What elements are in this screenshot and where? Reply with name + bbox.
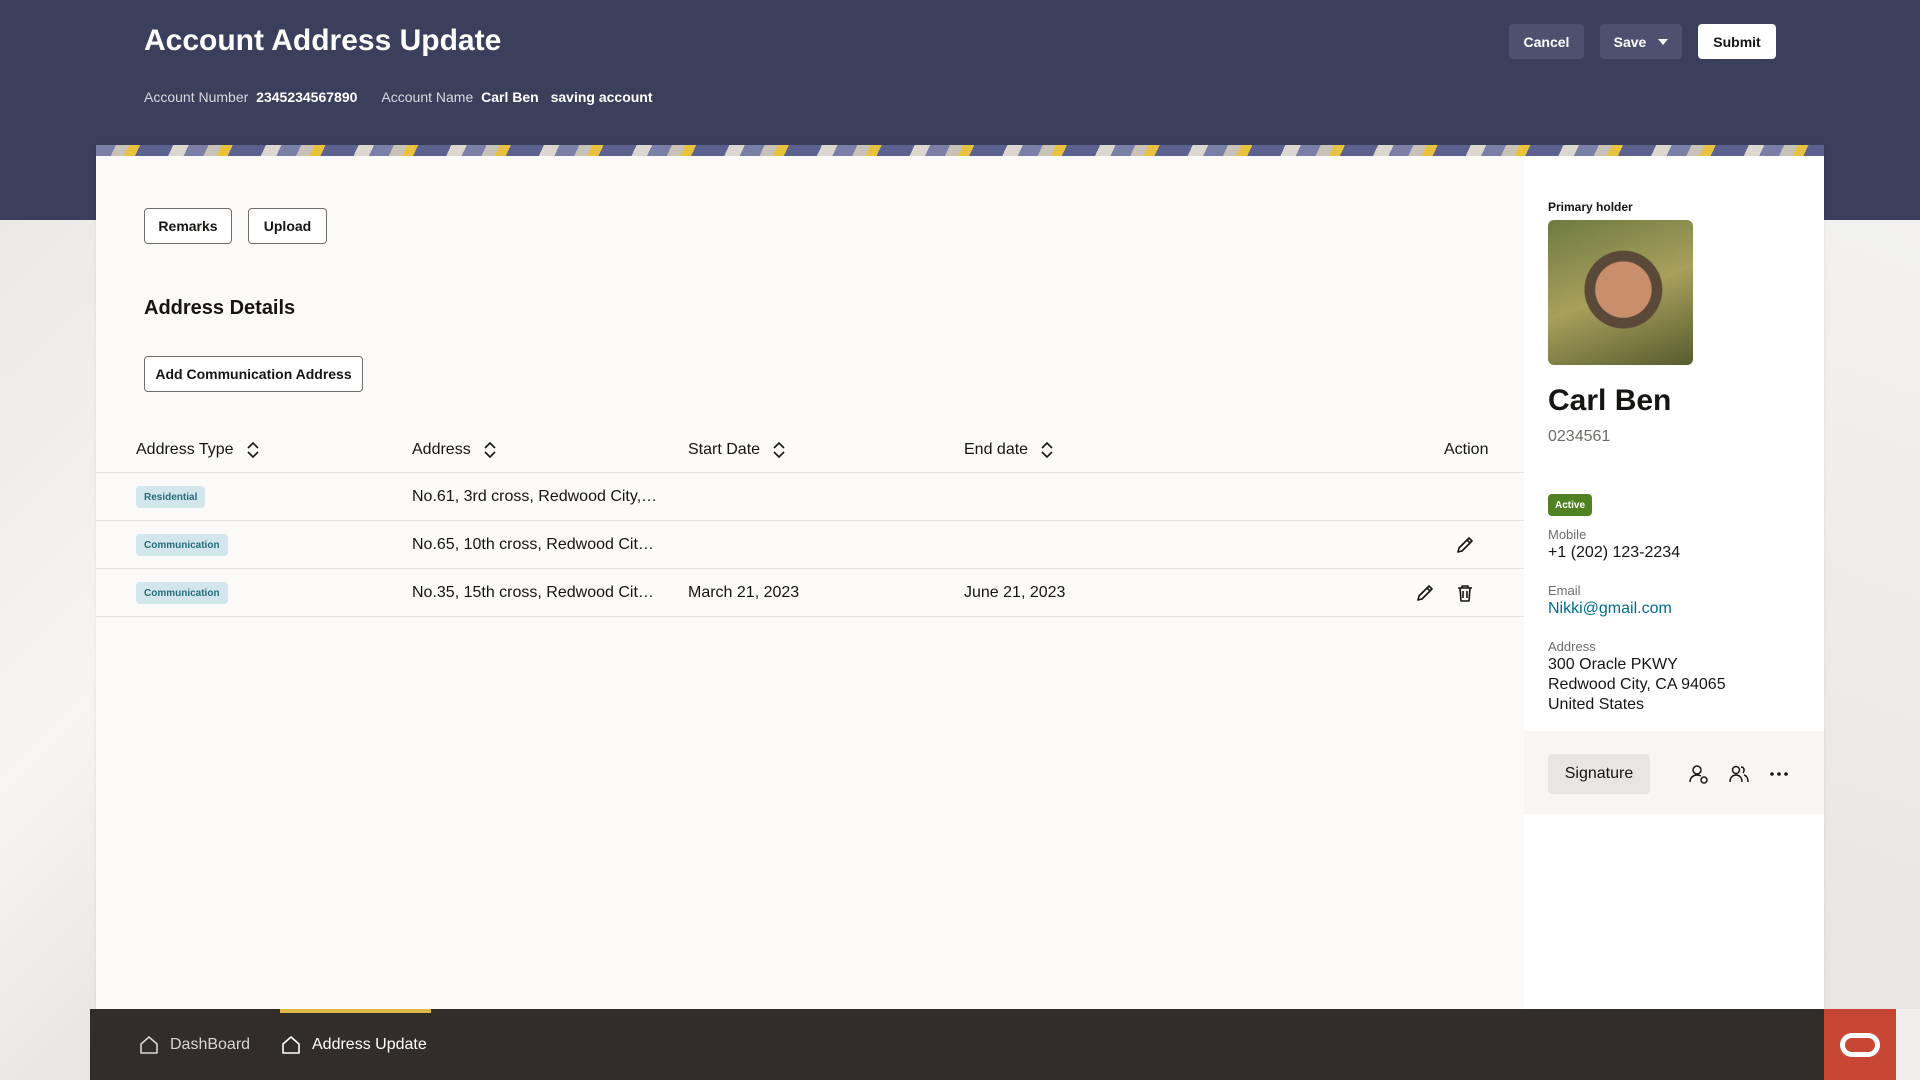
account-name-label: Account Name [381,89,474,105]
column-header-address-type[interactable]: Address Type [136,441,260,459]
nav-item-label: DashBoard [170,1035,251,1053]
column-label: Start Date [688,441,761,458]
oracle-logo[interactable] [1824,1009,1896,1080]
home-icon [140,1035,158,1054]
holder-panel: Primary holder Carl Ben 0234561 Active M… [1524,156,1824,1009]
address-cell: No.65, 10th cross, Redwood Cit… [412,536,654,553]
column-header-address[interactable]: Address [412,441,497,459]
sort-icon [484,441,496,459]
column-label: Address [412,441,471,458]
decorative-banner [96,145,1824,156]
user-lock-icon[interactable] [1688,763,1710,785]
add-communication-address-button[interactable]: Add Communication Address [144,356,363,392]
status-badge: Active [1548,494,1593,516]
address-line-3: United States [1548,696,1645,713]
column-label: Action [1444,441,1489,458]
account-number-label: Account Number [144,89,249,105]
cancel-button[interactable]: Cancel [1509,24,1584,59]
edit-icon[interactable] [1414,582,1436,604]
avatar [1548,220,1693,365]
address-table: Address Type Address Start Date End date… [96,428,1524,617]
save-button-label: Save [1613,33,1647,50]
account-number: Account Number 2345234567890 [144,89,357,105]
address-cell: No.35, 15th cross, Redwood Cit… [412,584,654,601]
submit-button[interactable]: Submit [1698,24,1776,59]
email-label: Email [1548,583,1581,598]
signature-button-label: Signature [1564,765,1634,782]
page-title: Account Address Update [144,24,502,57]
delete-icon[interactable] [1454,582,1476,604]
end-date-cell: June 21, 2023 [964,584,1066,601]
cancel-button-label: Cancel [1523,33,1570,50]
account-number-value: 2345234567890 [256,89,358,105]
users-icon[interactable] [1728,763,1750,785]
address-type-badge: Communication [136,534,228,556]
remarks-button[interactable]: Remarks [144,208,232,244]
address-line-2: Redwood City, CA 94065 [1548,676,1726,693]
upload-button[interactable]: Upload [248,208,327,244]
column-label: Address Type [136,441,234,458]
footer-nav: DashBoard Address Update [90,1009,1824,1080]
more-options-icon[interactable] [1768,763,1790,785]
background-decoration-left [0,220,96,1080]
account-type-value: saving account [550,89,653,105]
address-type-badge: Residential [136,486,206,508]
email-link[interactable]: Nikki@gmail.com [1548,599,1672,619]
column-header-action: Action [1444,441,1488,459]
holder-actions: Signature [1524,731,1824,814]
sort-icon [1041,441,1053,459]
start-date-cell: March 21, 2023 [688,584,800,601]
holder-name: Carl Ben [1548,384,1672,417]
address-line-1: 300 Oracle PKWY [1548,656,1678,673]
signature-button[interactable]: Signature [1548,754,1650,794]
oracle-ring-icon [1840,1032,1880,1057]
section-title: Address Details [144,297,296,319]
background-decoration-right [1824,220,1920,1009]
submit-button-label: Submit [1713,33,1761,50]
account-meta: Account Number 2345234567890 Account Nam… [144,89,653,105]
column-header-end-date[interactable]: End date [964,441,1054,459]
nav-item-address-update[interactable]: Address Update [280,1009,427,1080]
table-row[interactable]: Communication No.35, 15th cross, Redwood… [96,569,1524,617]
main-card: Remarks Upload Address Details Add Commu… [96,145,1824,1009]
address-label: Address [1548,639,1596,654]
address-cell: No.61, 3rd cross, Redwood City,… [412,488,658,505]
add-communication-address-label: Add Communication Address [155,366,352,382]
home-icon [282,1035,300,1054]
edit-icon[interactable] [1454,534,1476,556]
sort-icon [773,441,785,459]
nav-item-dashboard[interactable]: DashBoard [138,1009,250,1080]
remarks-button-label: Remarks [158,218,218,234]
table-row[interactable]: Communication No.65, 10th cross, Redwood… [96,521,1524,569]
nav-item-label: Address Update [312,1035,427,1053]
column-header-start-date[interactable]: Start Date [688,441,786,459]
sort-icon [246,441,259,459]
mobile-value: +1 (202) 123-2234 [1548,544,1681,561]
account-name: Account Name Carl Ben saving account [381,89,652,105]
address-type-badge: Communication [136,582,228,604]
upload-button-label: Upload [263,218,312,234]
primary-holder-label: Primary holder [1548,200,1633,214]
holder-id: 0234561 [1548,428,1611,445]
account-name-value: Carl Ben [481,89,539,105]
table-header: Address Type Address Start Date End date… [96,428,1524,473]
table-row[interactable]: Residential No.61, 3rd cross, Redwood Ci… [96,473,1524,521]
save-button[interactable]: Save [1600,24,1682,59]
mobile-label: Mobile [1548,527,1587,542]
chevron-down-icon [1658,38,1669,45]
column-label: End date [964,441,1029,458]
